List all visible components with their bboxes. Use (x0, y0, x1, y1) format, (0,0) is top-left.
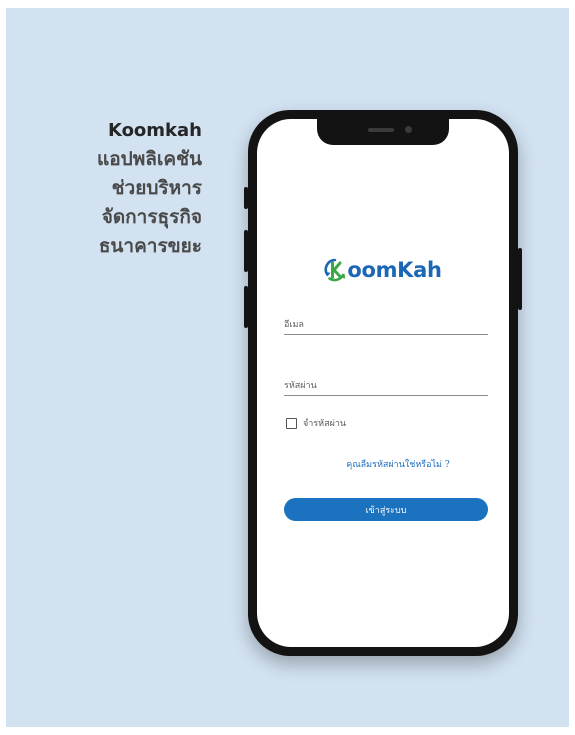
promo-line-1: แอปพลิเคชัน (97, 148, 202, 170)
promo-title: Koomkah (107, 120, 202, 141)
promo-text: Koomkah แอปพลิเคชัน ช่วยบริหาร จัดการธุร… (26, 116, 202, 261)
phone-mute-switch (244, 187, 248, 209)
email-label: อีเมล (284, 320, 304, 330)
phone-power-button (518, 248, 522, 310)
app-logo: oomKah (257, 255, 509, 285)
front-camera (405, 126, 412, 133)
password-label: รหัสผ่าน (284, 381, 317, 391)
phone-volume-up (244, 230, 248, 272)
login-screen: oomKah อีเมล รหัสผ่าน จำรหัสผ่าน คุณลืมร… (257, 119, 509, 647)
phone-volume-down (244, 286, 248, 328)
promo-background: Koomkah แอปพลิเคชัน ช่วยบริหาร จัดการธุร… (6, 8, 569, 727)
phone-mockup: oomKah อีเมล รหัสผ่าน จำรหัสผ่าน คุณลืมร… (244, 110, 522, 656)
logo-wordmark: oomKah (347, 258, 442, 282)
speaker-grille (368, 128, 394, 132)
phone-notch (317, 119, 449, 145)
promo-line-3: จัดการธุรกิจ (101, 206, 202, 228)
recycle-k-logo-icon (324, 258, 346, 282)
promo-line-2: ช่วยบริหาร (111, 177, 202, 199)
login-button[interactable]: เข้าสู่ระบบ (284, 498, 488, 521)
promo-line-4: ธนาคารขยะ (98, 235, 202, 257)
remember-checkbox[interactable] (286, 417, 297, 429)
forgot-password-link[interactable]: คุณลืมรหัสผ่านใช่หรือไม่ ? (257, 457, 509, 471)
email-field[interactable]: อีเมล (284, 314, 488, 335)
remember-label: จำรหัสผ่าน (303, 419, 347, 429)
remember-password-row[interactable]: จำรหัสผ่าน (286, 416, 346, 430)
password-field[interactable]: รหัสผ่าน (284, 375, 488, 396)
